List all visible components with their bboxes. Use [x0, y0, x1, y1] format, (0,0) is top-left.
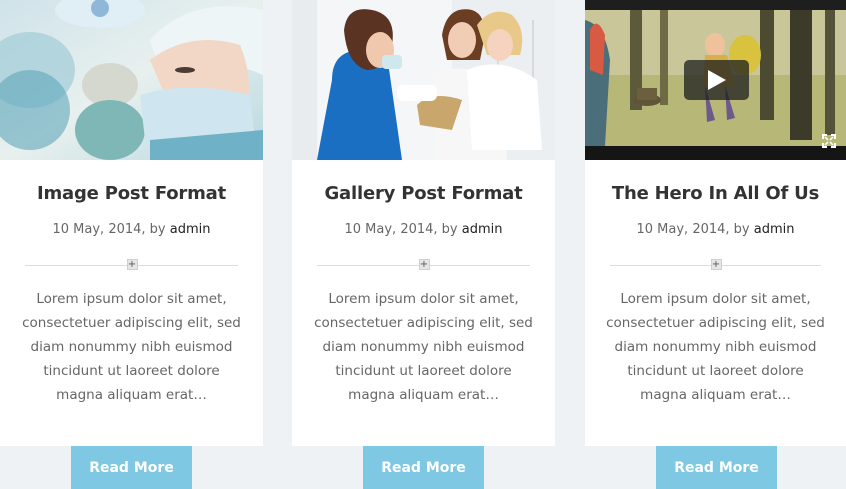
read-more-button[interactable]: Read More: [363, 446, 484, 489]
post-title[interactable]: Gallery Post Format: [292, 183, 555, 204]
post-author-link[interactable]: admin: [462, 222, 503, 237]
post-image[interactable]: [292, 0, 555, 160]
plus-icon: +: [710, 259, 722, 270]
post-card-3: The Hero In All Of Us 10 May, 2014, by a…: [585, 0, 846, 446]
read-more-button[interactable]: Read More: [71, 446, 192, 489]
post-meta: 10 May, 2014, by admin: [292, 222, 555, 237]
post-meta: 10 May, 2014, by admin: [0, 222, 263, 237]
plus-icon: +: [418, 259, 430, 270]
play-icon: [708, 70, 726, 90]
post-date: 10 May, 2014, by: [344, 222, 462, 237]
video-player[interactable]: [585, 0, 846, 160]
read-more-button[interactable]: Read More: [656, 446, 777, 489]
post-title[interactable]: Image Post Format: [0, 183, 263, 204]
post-card-2: Gallery Post Format 10 May, 2014, by adm…: [292, 0, 555, 446]
post-card-1: Image Post Format 10 May, 2014, by admin…: [0, 0, 263, 446]
post-image[interactable]: [0, 0, 263, 160]
post-date: 10 May, 2014, by: [52, 222, 170, 237]
post-meta: 10 May, 2014, by admin: [585, 222, 846, 237]
fullscreen-icon[interactable]: [822, 134, 836, 148]
plus-icon: +: [126, 259, 138, 270]
post-title[interactable]: The Hero In All Of Us: [585, 183, 846, 204]
post-date: 10 May, 2014, by: [636, 222, 754, 237]
post-author-link[interactable]: admin: [170, 222, 211, 237]
post-excerpt: Lorem ipsum dolor sit amet, consectetuer…: [314, 291, 533, 403]
post-author-link[interactable]: admin: [754, 222, 795, 237]
post-excerpt: Lorem ipsum dolor sit amet, consectetuer…: [606, 291, 825, 403]
play-button[interactable]: [684, 60, 749, 100]
post-excerpt: Lorem ipsum dolor sit amet, consectetuer…: [22, 291, 241, 403]
